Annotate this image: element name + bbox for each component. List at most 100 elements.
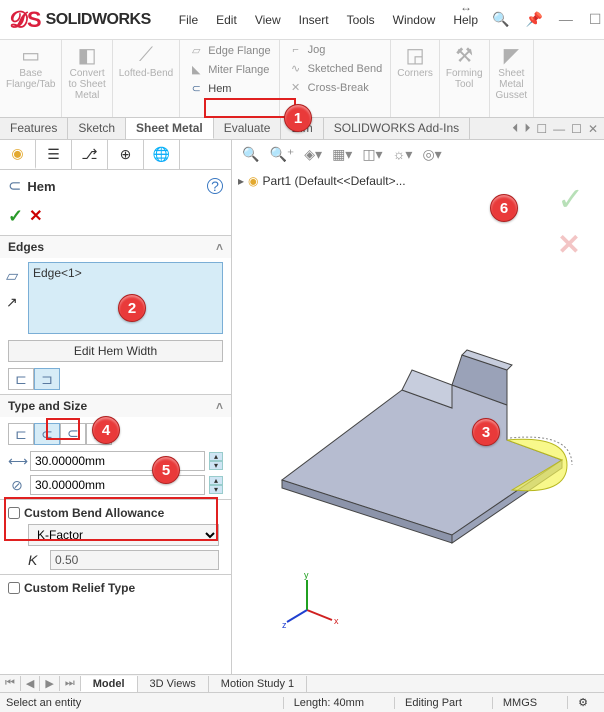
tab-sheet-metal[interactable]: Sheet Metal <box>126 118 214 139</box>
chevron-up-icon[interactable]: ˄ <box>216 399 223 413</box>
ribbon-jog[interactable]: ⌐Jog <box>284 42 387 58</box>
zoom-area-icon[interactable]: 🔍⁺ <box>267 146 296 163</box>
tab-first-icon[interactable]: ⏮ <box>0 676 21 691</box>
zoom-fit-icon[interactable]: 🔍 <box>240 146 261 163</box>
hem-type-closed[interactable]: ⊏ <box>8 423 34 445</box>
edge-flange-icon: ▱ <box>188 44 204 57</box>
display-style-icon[interactable]: ▦▾ <box>330 146 354 163</box>
menu-view[interactable]: View <box>247 9 289 31</box>
crt-checkbox[interactable] <box>8 582 20 594</box>
menu-edit[interactable]: Edit <box>208 9 245 31</box>
menu-insert[interactable]: Insert <box>291 9 337 31</box>
chevron-up-icon[interactable]: ˄ <box>216 240 223 254</box>
tab-addins[interactable]: SOLIDWORKS Add-Ins <box>324 118 470 139</box>
menu-tools[interactable]: Tools <box>339 9 383 31</box>
graphics-viewport[interactable]: 🔍 🔍⁺ ◈▾ ▦▾ ◫▾ ☼▾ ◎▾ ▸ ◉ Part1 (Default<<… <box>232 140 604 680</box>
hem-feature-icon: ⊂ <box>8 176 21 196</box>
kfactor-select[interactable]: K-Factor <box>28 524 219 546</box>
ribbon-convert[interactable]: ◧ Convert to Sheet Metal <box>62 40 112 117</box>
maximize-icon[interactable]: ☐ <box>583 7 604 32</box>
camera-icon[interactable]: ◎▾ <box>420 146 443 163</box>
spin-up[interactable]: ▴ <box>209 452 223 461</box>
doc-max-icon[interactable]: ☐ <box>571 122 582 136</box>
app-tab[interactable]: 🌐 <box>144 140 180 169</box>
hem-type-open[interactable]: ⊂ <box>34 423 60 445</box>
hem-icon: ⊂ <box>188 82 204 95</box>
search-icon[interactable]: 🔍 <box>486 7 515 32</box>
globe-icon: 🌐 <box>153 146 170 163</box>
ok-button[interactable]: ✓ <box>8 206 23 227</box>
tree-expand-icon[interactable]: ▸ <box>238 174 244 188</box>
ribbon-sketched-bend[interactable]: ∿Sketched Bend <box>284 60 387 77</box>
sketched-bend-icon: ∿ <box>288 62 304 75</box>
spin-down[interactable]: ▾ <box>209 461 223 470</box>
menu-file[interactable]: File <box>171 9 206 31</box>
tab-next-icon[interactable]: ▶ <box>40 676 59 691</box>
spin-up[interactable]: ▴ <box>209 476 223 485</box>
edit-hem-width-button[interactable]: Edit Hem Width <box>8 340 223 362</box>
status-custom-icon[interactable]: ⚙ <box>567 696 598 709</box>
spin-down[interactable]: ▾ <box>209 485 223 494</box>
ribbon-base-flange[interactable]: ▭ Base Flange/Tab <box>0 40 62 117</box>
doc-next-icon[interactable]: ⏵ <box>524 121 530 136</box>
section-icon[interactable]: ◫▾ <box>360 146 384 163</box>
hem-type-teardrop[interactable]: ⊆ <box>60 423 86 445</box>
context-ok-icon[interactable]: ✓ <box>557 180 584 218</box>
doc-close-icon[interactable]: ✕ <box>588 122 598 136</box>
minimize-icon[interactable]: — <box>553 7 579 32</box>
tab-3d-views[interactable]: 3D Views <box>138 676 209 692</box>
doc-prev-icon[interactable]: ⏴ <box>512 121 518 136</box>
k-input[interactable] <box>50 550 219 570</box>
cba-checkbox[interactable] <box>8 507 20 519</box>
ribbon-miter-flange[interactable]: ◣Miter Flange <box>184 61 274 78</box>
callout-2: 2 <box>118 294 146 322</box>
tab-last-icon[interactable]: ⏭ <box>60 676 81 691</box>
tab-evaluate[interactable]: Evaluate <box>214 118 282 139</box>
position-bend-outside[interactable]: ⊐ <box>34 368 60 390</box>
status-units[interactable]: MMGS <box>492 697 547 709</box>
ribbon-hem[interactable]: ⊂Hem <box>184 80 274 97</box>
menu-window[interactable]: Window <box>385 9 444 31</box>
hem-gap-input[interactable] <box>30 475 205 495</box>
brand-label: SOLIDWORKS <box>46 11 151 29</box>
svg-text:y: y <box>304 570 309 580</box>
pm-tab[interactable]: ☰ <box>36 140 72 169</box>
cm-tab[interactable]: ⎇ <box>72 140 108 169</box>
edges-header: Edges <box>8 240 44 254</box>
dim-tab[interactable]: ⊕ <box>108 140 144 169</box>
jog-icon: ⌐ <box>288 44 304 56</box>
tab-motion-study[interactable]: Motion Study 1 <box>209 676 307 692</box>
tab-sketch[interactable]: Sketch <box>68 118 126 139</box>
fm-tab[interactable]: ◉ <box>0 140 36 169</box>
reverse-icon[interactable]: ↗ <box>6 294 18 311</box>
doc-restore-icon[interactable]: ☐ <box>536 122 547 136</box>
help-icon[interactable]: ? <box>207 178 223 194</box>
position-material-inside[interactable]: ⊏ <box>8 368 34 390</box>
gap-icon: ⊘ <box>8 477 26 494</box>
view-orient-icon[interactable]: ◈▾ <box>302 146 324 163</box>
callout-5: 5 <box>152 456 180 484</box>
ribbon-lofted-bend[interactable]: ⟋ Lofted-Bend <box>113 40 181 117</box>
tab-prev-icon[interactable]: ◀ <box>21 676 40 691</box>
resize-indicator-icon: ↔ <box>460 0 472 14</box>
tab-model[interactable]: Model <box>81 676 138 692</box>
ribbon-forming-tool[interactable]: ⚒ Forming Tool <box>440 40 490 117</box>
context-cancel-icon[interactable]: ✕ <box>557 228 584 261</box>
cancel-button[interactable]: ✕ <box>29 206 42 227</box>
k-label: K <box>28 552 44 568</box>
pin-icon[interactable]: 📌 <box>519 7 548 32</box>
scene-icon[interactable]: ☼▾ <box>391 146 415 163</box>
ribbon-edge-flange[interactable]: ▱Edge Flange <box>184 42 274 59</box>
model-render <box>262 310 582 550</box>
part-name[interactable]: Part1 (Default<<Default>... <box>263 174 406 188</box>
ribbon-corners[interactable]: ◲ Corners <box>391 40 440 117</box>
edge-select-icon[interactable]: ▱ <box>6 266 18 286</box>
ribbon-cross-break[interactable]: ✕Cross-Break <box>284 79 387 96</box>
list-icon: ☰ <box>47 146 60 163</box>
view-triad[interactable]: x y z <box>282 570 342 630</box>
edge-item[interactable]: Edge<1> <box>33 266 82 280</box>
length-icon: ⟷ <box>8 453 26 470</box>
ribbon-gusset[interactable]: ◤ Sheet Metal Gusset <box>490 40 535 117</box>
doc-min-icon[interactable]: — <box>553 122 565 136</box>
tab-features[interactable]: Features <box>0 118 68 139</box>
